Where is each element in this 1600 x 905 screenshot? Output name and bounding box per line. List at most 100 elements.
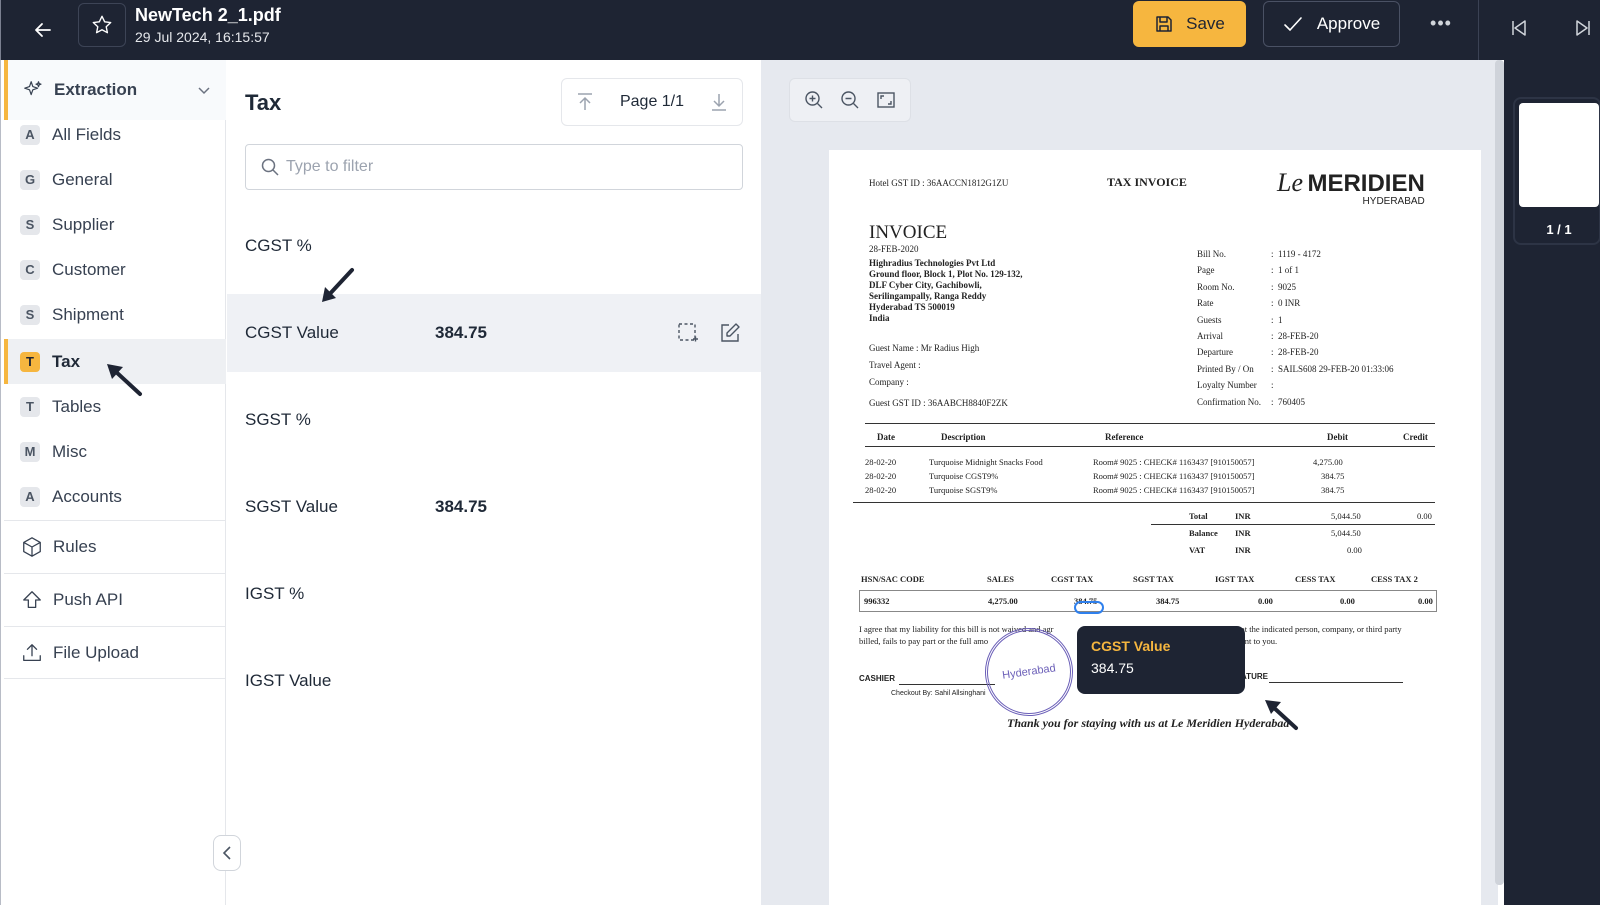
left-navigation: Extraction A All Fields G General S Supp… <box>0 60 226 905</box>
invoice-page[interactable]: Hotel GST ID : 36AACCN1812G1ZU TAX INVOI… <box>829 150 1481 905</box>
address-line: India <box>869 313 890 323</box>
thumbnail-strip: 1 / 1 <box>1504 60 1600 905</box>
nav-badge: T <box>20 396 40 417</box>
page-thumbnail[interactable]: 1 / 1 <box>1513 97 1600 245</box>
viewer-scrollbar[interactable] <box>1495 60 1504 885</box>
field-actions <box>677 322 741 344</box>
bill-info-row: Printed By / On: SAILS608 29-FEB-20 01:3… <box>1197 361 1394 377</box>
divider <box>865 446 1435 447</box>
next-document-button[interactable] <box>1565 10 1600 46</box>
cell-ref: Room# 9025 : CHECK# 1163437 [910150057] <box>1093 485 1255 495</box>
filter-input[interactable] <box>286 158 726 176</box>
divider <box>865 423 1435 424</box>
tax-cell: 996332 <box>864 596 890 606</box>
sidebar-item-supplier[interactable]: S Supplier <box>4 202 226 247</box>
sidebar-item-accounts[interactable]: A Accounts <box>4 474 226 519</box>
cgst-highlight-box[interactable] <box>1074 601 1104 614</box>
document-title: NewTech 2_1.pdf <box>135 5 281 25</box>
bill-value: 9025 <box>1278 281 1297 292</box>
search-icon <box>261 158 279 176</box>
sidebar-item-all-fields[interactable]: A All Fields <box>4 112 226 157</box>
previous-document-button[interactable] <box>1501 10 1537 46</box>
zoom-in-icon[interactable] <box>804 90 824 110</box>
field-label: SGST Value <box>245 497 338 516</box>
collapse-sidebar-button[interactable] <box>213 835 241 871</box>
page-down-icon[interactable] <box>710 92 728 112</box>
check-icon <box>1284 17 1302 32</box>
annotation-arrow-icon <box>107 364 142 396</box>
logo-brand: MERIDIEN <box>1307 170 1425 197</box>
approve-button[interactable]: Approve <box>1263 1 1400 47</box>
totals-currency: INR <box>1235 545 1251 555</box>
signature-line <box>899 684 995 685</box>
nav-badge: T <box>20 351 40 372</box>
tooltip-title: CGST Value <box>1091 638 1171 654</box>
cell-ref: Room# 9025 : CHECK# 1163437 [910150057] <box>1093 457 1255 467</box>
extraction-section-toggle[interactable]: Extraction <box>4 60 226 120</box>
field-row-igst-value[interactable]: IGST Value <box>227 642 761 720</box>
bill-key: Bill No. <box>1197 249 1227 259</box>
select-region-icon[interactable] <box>677 322 699 344</box>
bill-info-row: Confirmation No.: 760405 <box>1197 394 1394 410</box>
skip-back-icon <box>1512 20 1526 36</box>
bill-value: 28-FEB-20 <box>1278 347 1319 358</box>
tax-cell: 0.00 <box>1340 596 1355 606</box>
top-bar: NewTech 2_1.pdf 29 Jul 2024, 16:15:57 Sa… <box>0 0 1600 60</box>
field-value[interactable]: 384.75 <box>435 497 487 517</box>
bill-value: 1119 - 4172 <box>1278 249 1321 259</box>
rules-button[interactable]: Rules <box>4 520 226 573</box>
field-row-sgst-value[interactable]: SGST Value 384.75 <box>227 468 761 546</box>
sidebar-item-general[interactable]: G General <box>4 157 226 202</box>
invoice-title: INVOICE <box>869 222 948 243</box>
field-row-sgst-percent[interactable]: SGST % <box>227 381 761 459</box>
totals-row: VAT INR 0.00 <box>1189 542 1435 559</box>
bill-value: SAILS608 29-FEB-20 01:33:06 <box>1278 363 1394 374</box>
field-row-igst-percent[interactable]: IGST % <box>227 555 761 633</box>
sidebar-item-label: Tables <box>52 396 102 416</box>
favorite-button[interactable] <box>78 3 126 47</box>
address-line: Ground floor, Block 1, Plot No. 129-132, <box>869 269 1023 279</box>
bill-info-row: Bill No.: 1119 - 4172 <box>1197 246 1394 262</box>
push-api-button[interactable]: Push API <box>4 573 226 626</box>
hotel-stamp: Hyderabad <box>979 622 1079 722</box>
guest-line: Guest Name : Mr Radius High <box>869 343 980 353</box>
fit-page-icon[interactable] <box>876 90 896 110</box>
totals-credit: 0.00 <box>1417 511 1432 521</box>
totals-row: Balance INR 5,044.50 <box>1189 525 1435 542</box>
field-label: SGST % <box>245 410 311 429</box>
edit-icon[interactable] <box>719 322 741 344</box>
field-row-cgst-value[interactable]: CGST Value 384.75 <box>227 294 761 372</box>
bill-key: Room No. <box>1197 281 1235 292</box>
tax-col-header: SALES <box>987 574 1014 584</box>
page-up-icon[interactable] <box>576 92 594 112</box>
zoom-out-icon[interactable] <box>840 90 860 110</box>
nav-badge: C <box>20 259 40 280</box>
totals-label: VAT <box>1189 545 1206 555</box>
more-options-button[interactable]: ••• <box>1421 6 1461 40</box>
panel-title: Tax <box>245 90 282 115</box>
file-upload-icon <box>23 643 41 661</box>
bill-info-row: Room No.: 9025 <box>1197 279 1394 295</box>
stamp-text: Hyderabad <box>1001 662 1057 682</box>
field-value[interactable]: 384.75 <box>435 323 487 343</box>
hotel-gst-id: Hotel GST ID : 36AACCN1812G1ZU <box>869 178 1009 188</box>
save-icon <box>1156 16 1172 32</box>
field-row-cgst-percent[interactable]: CGST % <box>227 207 761 285</box>
save-button[interactable]: Save <box>1133 1 1246 47</box>
billing-address: Highradius Technologies Pvt Ltd Ground f… <box>869 258 1023 324</box>
file-upload-button[interactable]: File Upload <box>4 626 226 679</box>
sidebar-item-label: Misc <box>52 441 87 461</box>
sidebar-item-shipment[interactable]: S Shipment <box>4 292 226 337</box>
approve-label: Approve <box>1316 14 1381 33</box>
sidebar-item-customer[interactable]: C Customer <box>4 247 226 292</box>
totals-currency: INR <box>1235 528 1251 538</box>
push-api-label: Push API <box>53 590 123 609</box>
address-line: Hyderabad TS 500019 <box>869 302 955 312</box>
back-button[interactable] <box>23 10 63 50</box>
sidebar-item-misc[interactable]: M Misc <box>4 429 226 474</box>
field-label: CGST Value <box>245 323 339 342</box>
tax-col-header: IGST TAX <box>1215 574 1255 584</box>
charges-rows: 28-02-20 Turquoise Midnight Snacks Food … <box>865 455 1435 497</box>
chevron-left-icon <box>222 846 231 860</box>
agreement-text: billed, fails to pay part or the full am… <box>859 636 989 646</box>
